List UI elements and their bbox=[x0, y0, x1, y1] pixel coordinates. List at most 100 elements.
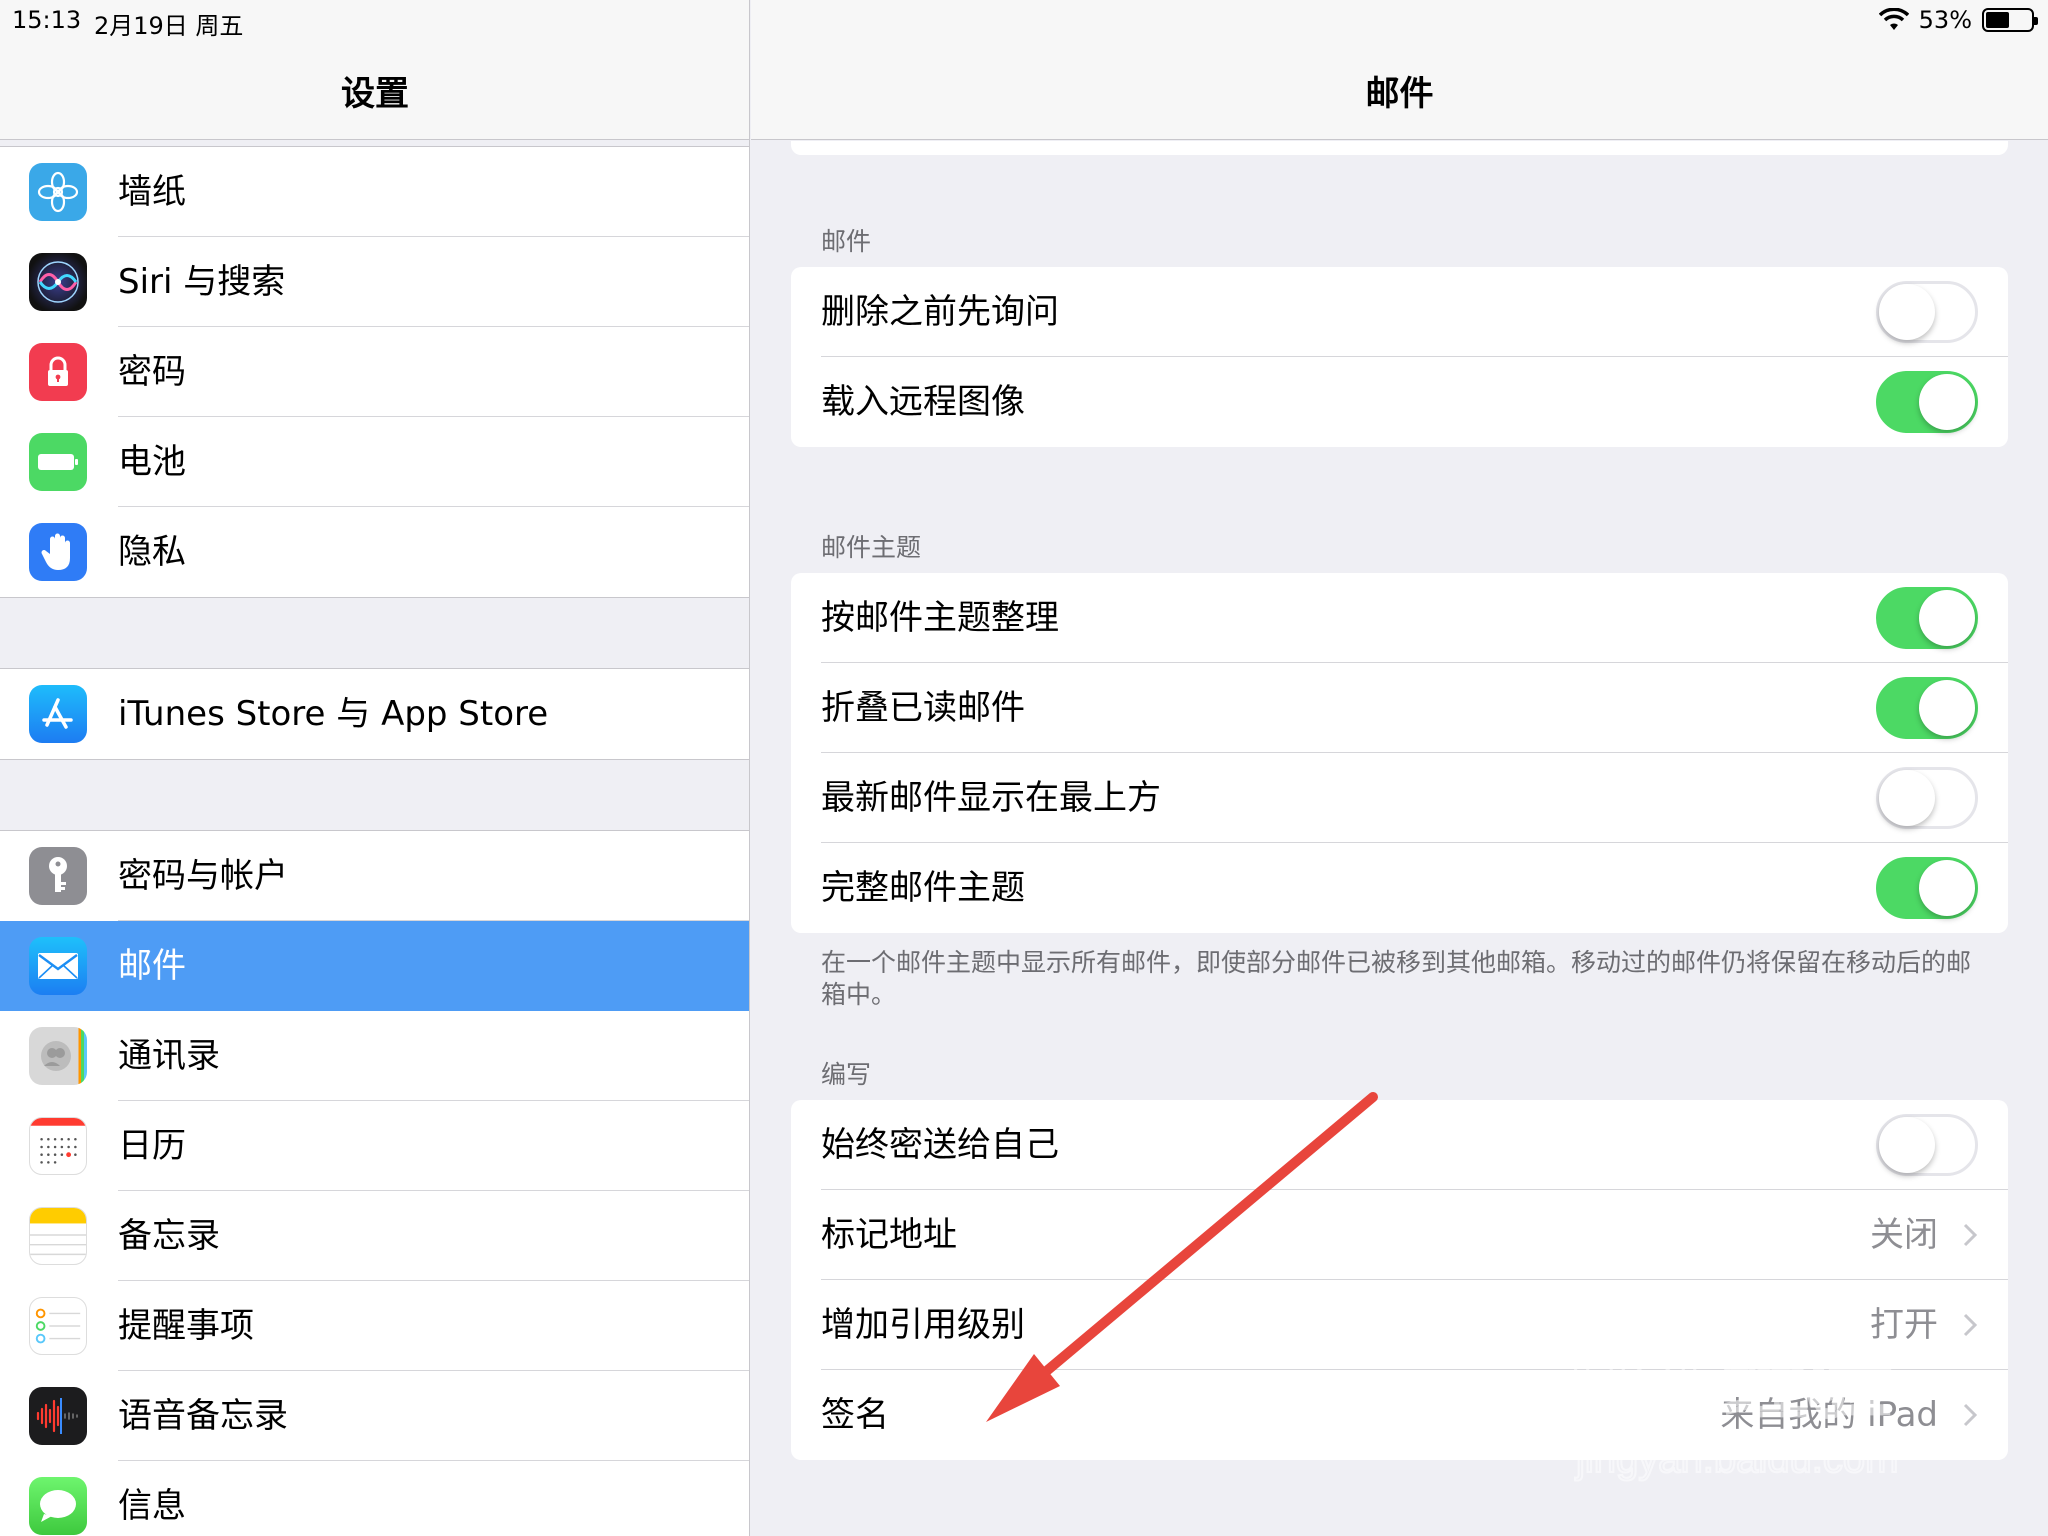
sidebar-item-label: iTunes Store 与 App Store bbox=[118, 694, 549, 734]
section-header-mail: 邮件 bbox=[821, 227, 872, 256]
section-header-composing: 编写 bbox=[821, 1060, 872, 1089]
privacy-hand-icon bbox=[29, 523, 87, 581]
toggle-knob bbox=[1879, 770, 1935, 826]
complete-threads-row: 完整邮件主题 bbox=[791, 843, 2008, 933]
section-header-threading: 邮件主题 bbox=[821, 533, 922, 562]
toggle-knob bbox=[1919, 590, 1975, 646]
app-store-icon bbox=[29, 685, 87, 743]
notes-icon bbox=[29, 1207, 87, 1265]
row-label: 载入远程图像 bbox=[821, 382, 1025, 422]
toggle-knob bbox=[1919, 680, 1975, 736]
sidebar-item-itunes-app-store[interactable]: iTunes Store 与 App Store bbox=[0, 669, 749, 759]
status-bar: 15:13 2月19日 周五 53% bbox=[0, 0, 2048, 40]
increase-quote-level-row[interactable]: 增加引用级别 打开 bbox=[791, 1280, 2008, 1370]
battery-percent: 53% bbox=[1918, 6, 1972, 34]
sidebar-item-passwords-accounts[interactable]: 密码与帐户 bbox=[0, 831, 749, 921]
sidebar-item-reminders[interactable]: 提醒事项 bbox=[0, 1281, 749, 1371]
row-value: 关闭 bbox=[1870, 1215, 1938, 1255]
sidebar-item-label: 备忘录 bbox=[118, 1216, 220, 1256]
battery-fill bbox=[1986, 12, 2010, 28]
organize-by-thread-toggle[interactable] bbox=[1876, 587, 1978, 649]
sidebar-item-label: 提醒事项 bbox=[118, 1306, 254, 1346]
sidebar-item-label: 日历 bbox=[118, 1126, 186, 1166]
chevron-right-icon bbox=[1963, 1313, 1978, 1337]
calendar-icon bbox=[29, 1117, 87, 1175]
sidebar-item-siri[interactable]: Siri 与搜索 bbox=[0, 237, 749, 327]
mail-settings-pane: 邮件 邮件 删除之前先询问 载入远程图像 邮件主题 按邮件主题整理 折叠已读邮件… bbox=[751, 0, 2048, 1536]
sidebar-item-label: 通讯录 bbox=[118, 1036, 220, 1076]
signature-row[interactable]: 签名 来自我的 iPad bbox=[791, 1370, 2008, 1460]
contacts-icon bbox=[29, 1027, 87, 1085]
sidebar-item-label: 语音备忘录 bbox=[118, 1396, 288, 1436]
row-label: 删除之前先询问 bbox=[821, 292, 1059, 332]
sidebar-item-privacy[interactable]: 隐私 bbox=[0, 507, 749, 597]
detail-title: 邮件 bbox=[1365, 74, 1434, 114]
sidebar-item-label: 密码 bbox=[118, 352, 186, 392]
row-value: 来自我的 iPad bbox=[1720, 1395, 1938, 1435]
organize-by-thread-row: 按邮件主题整理 bbox=[791, 573, 2008, 663]
sidebar-item-messages[interactable]: 信息 bbox=[0, 1461, 749, 1536]
sidebar-item-battery[interactable]: 电池 bbox=[0, 417, 749, 507]
status-right: 53% bbox=[1878, 6, 2038, 34]
settings-group: iTunes Store 与 App Store bbox=[0, 668, 749, 760]
sidebar-item-label: 邮件 bbox=[118, 946, 186, 986]
sidebar-item-voice-memos[interactable]: 语音备忘录 bbox=[0, 1371, 749, 1461]
sidebar-item-label: 电池 bbox=[118, 442, 186, 482]
row-label: 完整邮件主题 bbox=[821, 868, 1025, 908]
collapse-read-messages-row: 折叠已读邮件 bbox=[791, 663, 2008, 753]
most-recent-on-top-toggle[interactable] bbox=[1876, 767, 1978, 829]
sidebar-item-label: Siri 与搜索 bbox=[118, 262, 286, 302]
row-label: 最新邮件显示在最上方 bbox=[821, 778, 1161, 818]
toggle-knob bbox=[1919, 860, 1975, 916]
sidebar-title: 设置 bbox=[341, 74, 409, 114]
ask-before-deleting-toggle[interactable] bbox=[1876, 281, 1978, 343]
row-label: 增加引用级别 bbox=[821, 1305, 1025, 1345]
battery-indicator bbox=[1982, 8, 2038, 32]
key-icon bbox=[29, 847, 87, 905]
most-recent-on-top-row: 最新邮件显示在最上方 bbox=[791, 753, 2008, 843]
row-label: 始终密送给自己 bbox=[821, 1125, 1059, 1165]
mail-icon bbox=[29, 937, 87, 995]
collapse-read-messages-toggle[interactable] bbox=[1876, 677, 1978, 739]
toggle-knob bbox=[1919, 374, 1975, 430]
row-value: 打开 bbox=[1870, 1305, 1938, 1345]
sidebar-item-passcode[interactable]: 密码 bbox=[0, 327, 749, 417]
sidebar-item-mail[interactable]: 邮件 bbox=[0, 921, 749, 1011]
row-label: 标记地址 bbox=[821, 1215, 957, 1255]
settings-group: 墙纸 Siri 与搜索 密码 电池 隐私 bbox=[0, 146, 749, 598]
previous-card-bottom bbox=[791, 141, 2008, 155]
sidebar-item-label: 信息 bbox=[118, 1486, 186, 1526]
sidebar-item-notes[interactable]: 备忘录 bbox=[0, 1191, 749, 1281]
sidebar-item-contacts[interactable]: 通讯录 bbox=[0, 1011, 749, 1101]
settings-list: 墙纸 Siri 与搜索 密码 电池 隐私 iTunes Store 与 App … bbox=[0, 146, 749, 1536]
sidebar-item-calendar[interactable]: 日历 bbox=[0, 1101, 749, 1191]
always-bcc-myself-row: 始终密送给自己 bbox=[791, 1100, 2008, 1190]
wallpaper-icon bbox=[29, 163, 87, 221]
toggle-knob bbox=[1879, 284, 1935, 340]
row-label: 按邮件主题整理 bbox=[821, 598, 1059, 638]
row-label: 折叠已读邮件 bbox=[821, 688, 1025, 728]
status-date: 2月19日 周五 bbox=[94, 12, 244, 40]
ask-before-deleting-row: 删除之前先询问 bbox=[791, 267, 2008, 357]
always-bcc-myself-toggle[interactable] bbox=[1876, 1114, 1978, 1176]
load-remote-images-toggle[interactable] bbox=[1876, 371, 1978, 433]
settings-group: 密码与帐户 邮件 通讯录 日历 备忘录 提醒事项 语音备忘录 信息 bbox=[0, 830, 749, 1536]
messages-icon bbox=[29, 1477, 87, 1535]
mail-options-card: 删除之前先询问 载入远程图像 bbox=[791, 267, 2008, 447]
chevron-right-icon bbox=[1963, 1223, 1978, 1247]
status-time: 15:13 bbox=[12, 6, 82, 34]
complete-threads-toggle[interactable] bbox=[1876, 857, 1978, 919]
battery-icon bbox=[29, 433, 87, 491]
sidebar-item-label: 墙纸 bbox=[118, 172, 186, 212]
mark-addresses-row[interactable]: 标记地址 关闭 bbox=[791, 1190, 2008, 1280]
sidebar-item-wallpaper[interactable]: 墙纸 bbox=[0, 147, 749, 237]
toggle-knob bbox=[1879, 1117, 1935, 1173]
sidebar-item-label: 隐私 bbox=[118, 532, 186, 572]
sidebar-item-label: 密码与帐户 bbox=[118, 856, 288, 896]
siri-icon bbox=[29, 253, 87, 311]
wifi-icon bbox=[1878, 8, 1909, 30]
threading-footer-note: 在一个邮件主题中显示所有邮件，即使部分邮件已被移到其他邮箱。移动过的邮件仍将保留… bbox=[821, 948, 1972, 1009]
reminders-icon bbox=[29, 1297, 87, 1355]
settings-sidebar: 设置 墙纸 Siri 与搜索 密码 电池 隐私 iTunes Store 与 A… bbox=[0, 0, 750, 1536]
